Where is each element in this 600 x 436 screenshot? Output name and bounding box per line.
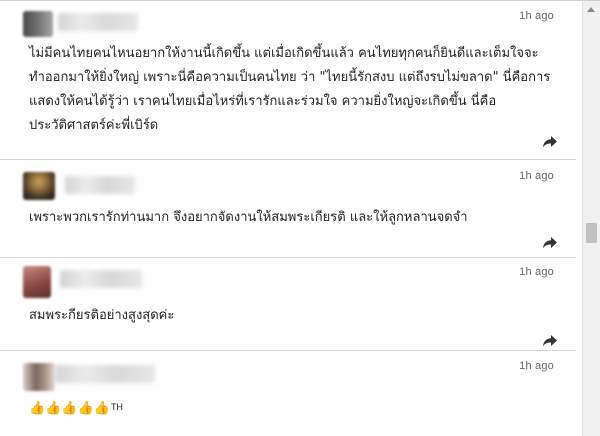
comment-text: ไม่มีคนไทยคนไหนอยากให้งานนี้เกิดขึ้น แต่… — [29, 46, 551, 133]
comment-timestamp: 1h ago — [519, 170, 554, 182]
commenter-name-blurred[interactable] — [60, 270, 142, 288]
comment-item: 1h ago ไม่มีคนไทยคนไหนอยากให้งานนี้เกิดข… — [0, 1, 576, 160]
comment-text: 👍👍👍👍👍TH — [29, 395, 554, 421]
comment-text: สมพระกียรติอย่างสูงสุดค่ะ — [29, 308, 175, 323]
comment-item: 1h ago สมพระกียรติอย่างสูงสุดค่ะ — [0, 258, 576, 351]
commenter-name-blurred[interactable] — [55, 365, 155, 383]
share-arrow-icon[interactable] — [542, 134, 558, 148]
emoji-suffix: TH — [110, 402, 123, 412]
comment-timestamp: 1h ago — [519, 360, 554, 372]
vertical-scrollbar[interactable] — [582, 1, 600, 436]
comment-timestamp: 1h ago — [519, 266, 554, 278]
avatar[interactable] — [23, 11, 53, 37]
comments-panel: 1h ago ไม่มีคนไทยคนไหนอยากให้งานนี้เกิดข… — [0, 0, 600, 436]
comment-list: 1h ago ไม่มีคนไทยคนไหนอยากให้งานนี้เกิดข… — [0, 1, 576, 436]
share-arrow-icon[interactable] — [542, 235, 558, 249]
thumbs-up-emojis: 👍👍👍👍👍 — [29, 401, 110, 416]
comment-text: เพราะพวกเรารักท่านมาก จึงอยากจัดงานให้สม… — [29, 210, 468, 225]
commenter-name-blurred[interactable] — [65, 176, 135, 194]
avatar[interactable] — [23, 266, 51, 298]
scroll-thumb[interactable] — [586, 223, 597, 243]
scroll-up-arrow-icon[interactable] — [587, 7, 595, 12]
comment-item: 1h ago 👍👍👍👍👍TH — [0, 351, 576, 436]
comment-item: 1h ago เพราะพวกเรารักท่านมาก จึงอยากจัดง… — [0, 160, 576, 258]
share-arrow-icon[interactable] — [542, 333, 558, 347]
avatar[interactable] — [23, 363, 55, 391]
commenter-name-blurred[interactable] — [58, 13, 138, 31]
avatar[interactable] — [23, 172, 55, 200]
comment-timestamp: 1h ago — [519, 10, 554, 22]
